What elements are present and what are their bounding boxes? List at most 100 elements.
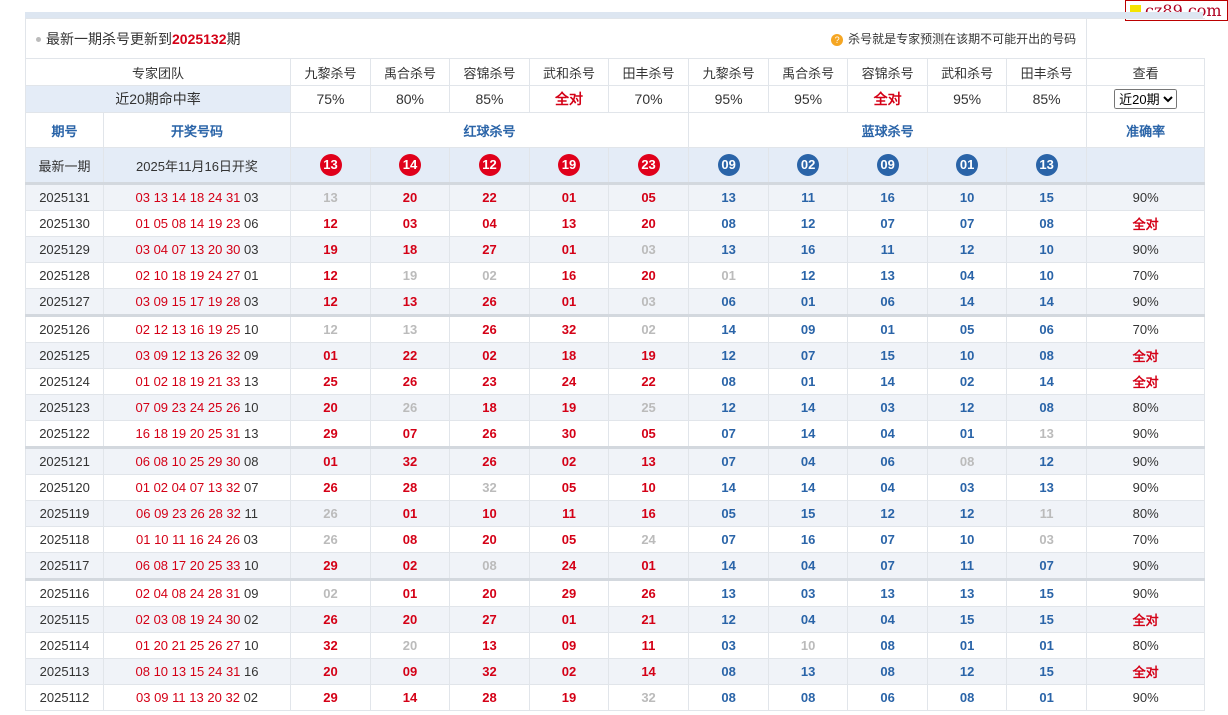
blue-kill-number: 08 — [688, 684, 770, 711]
period-range-select[interactable]: 近20期 — [1114, 89, 1178, 109]
draw-red-number: 28 — [208, 506, 223, 521]
draw-red-number: 02 — [135, 268, 150, 283]
red-kill-number: 01 — [529, 288, 609, 316]
draw-red-number: 25 — [207, 426, 223, 441]
draw-blue-number: 10 — [244, 322, 259, 337]
blue-kill-number: 03 — [847, 394, 929, 421]
blue-kill-number: 12 — [927, 394, 1008, 421]
accuracy-cell: 70% — [1086, 262, 1206, 289]
blue-kill-number: 07 — [847, 210, 929, 237]
red-kill-number: 13 — [370, 288, 450, 316]
draw-red-number: 25 — [189, 454, 205, 469]
view-label: 查看 — [1086, 58, 1206, 86]
blue-kill-number: 12 — [688, 394, 770, 421]
red-kill-number: 01 — [290, 446, 371, 475]
table-row: 2025116 02 04 08 24 28 31 09 02 01 20 29 26 13 0… — [25, 578, 1206, 607]
accuracy-cell: 80% — [1086, 632, 1206, 659]
blue-kill-number: 15 — [1006, 578, 1088, 607]
blue-kill-number: 14 — [768, 420, 849, 448]
draw-red-number: 02 — [153, 374, 169, 389]
period-cell: 2025119 — [25, 500, 104, 527]
red-kill-number: 32 — [529, 314, 609, 343]
latest-label: 最新一期 — [25, 147, 104, 185]
draw-numbers: 06 09 23 26 28 32 11 — [103, 500, 291, 527]
draw-red-number: 25 — [189, 638, 205, 653]
draw-red-number: 27 — [225, 638, 241, 653]
accuracy-cell: 全对 — [1086, 606, 1206, 633]
draw-red-number: 32 — [226, 506, 241, 521]
red-kill-number: 12 — [290, 262, 371, 289]
draw-red-number: 05 — [153, 216, 169, 231]
expert-row: 专家团队 九黎杀号 禹合杀号 容锦杀号 武和杀号 田丰杀号 九黎杀号 禹合杀号 容锦杀号 武和杀… — [25, 58, 1206, 86]
hit-rate-value: 全对 — [529, 85, 609, 113]
draw-red-number: 24 — [207, 268, 223, 283]
draw-red-number: 31 — [225, 190, 241, 205]
red-kill-number: 02 — [290, 578, 371, 607]
draw-red-number: 19 — [207, 322, 223, 337]
red-kill-number: 19 — [529, 394, 609, 421]
red-kill-number: 26 — [290, 500, 371, 527]
draw-red-number: 24 — [207, 532, 222, 547]
draw-numbers: 03 04 07 13 20 30 03 — [103, 236, 291, 263]
draw-blue-number: 02 — [243, 690, 259, 705]
blue-kill-number: 14 — [1006, 288, 1088, 316]
draw-red-number: 31 — [225, 664, 241, 679]
blue-kill-number: 11 — [1006, 500, 1088, 527]
blue-kill-number: 13 — [768, 658, 849, 685]
accuracy-cell: 90% — [1086, 288, 1206, 316]
blue-kill-number: 03 — [927, 474, 1008, 501]
blue-kill-number: 01 — [768, 368, 849, 395]
blue-kill-number: 04 — [847, 606, 929, 633]
draw-red-number: 08 — [171, 612, 187, 627]
red-kill-cell: 19 — [529, 147, 609, 185]
blue-kill-number: 07 — [768, 342, 849, 369]
question-icon[interactable]: ? — [831, 34, 844, 46]
red-kill-number: 02 — [607, 314, 690, 343]
draw-red-number: 24 — [189, 400, 205, 415]
draw-red-number: 17 — [171, 558, 187, 573]
expert-name: 田丰杀号 — [1006, 58, 1088, 86]
blue-kill-number: 12 — [927, 500, 1008, 527]
blue-kill-number: 13 — [688, 183, 770, 211]
blue-kill-number: 06 — [688, 288, 770, 316]
period-cell: 2025126 — [25, 314, 104, 343]
column-header-row: 期号 开奖号码 红球杀号 蓝球杀号 准确率 — [25, 112, 1206, 148]
draw-red-number: 14 — [189, 216, 205, 231]
draw-red-number: 20 — [189, 426, 205, 441]
draw-red-number: 28 — [225, 294, 241, 309]
blue-kill-cell: 13 — [1006, 147, 1088, 185]
red-kill-ball: 19 — [558, 154, 580, 176]
red-kill-number: 03 — [607, 288, 690, 316]
red-kill-number: 09 — [370, 658, 450, 685]
red-kill-number: 25 — [290, 368, 371, 395]
draw-red-number: 04 — [153, 242, 169, 257]
draw-blue-number: 16 — [244, 664, 259, 679]
red-kill-ball: 12 — [478, 154, 501, 176]
draw-blue-number: 09 — [244, 586, 259, 601]
red-kill-ball: 14 — [399, 154, 421, 176]
table-row: 2025124 01 02 18 19 21 33 13 25 26 23 24 22 08 0… — [25, 368, 1206, 395]
header-blue-kill: 蓝球杀号 — [688, 112, 1088, 148]
red-kill-number: 20 — [449, 526, 530, 553]
draw-red-number: 28 — [207, 586, 223, 601]
red-kill-number: 32 — [607, 684, 690, 711]
blue-kill-number: 11 — [847, 236, 929, 263]
red-kill-number: 11 — [607, 632, 690, 659]
blue-kill-number: 12 — [768, 210, 849, 237]
draw-red-number: 15 — [171, 294, 187, 309]
title-row: 最新一期杀号更新到2025132期 ? 杀号就是专家预测在该期不可能开出的号码 — [24, 18, 1205, 59]
red-kill-number: 22 — [607, 368, 690, 395]
draw-red-number: 21 — [207, 374, 223, 389]
red-kill-number: 19 — [529, 684, 609, 711]
red-kill-number: 01 — [290, 342, 371, 369]
draw-red-number: 02 — [135, 586, 150, 601]
draw-red-number: 03 — [135, 690, 151, 705]
red-kill-number: 23 — [449, 368, 530, 395]
draw-red-number: 24 — [189, 586, 205, 601]
header-draw: 开奖号码 — [103, 112, 291, 148]
draw-red-number: 26 — [207, 348, 223, 363]
draw-numbers: 01 20 21 25 26 27 10 — [103, 632, 291, 659]
red-kill-number: 05 — [529, 474, 609, 501]
expert-name: 禹合杀号 — [768, 58, 849, 86]
red-kill-number: 11 — [529, 500, 609, 527]
